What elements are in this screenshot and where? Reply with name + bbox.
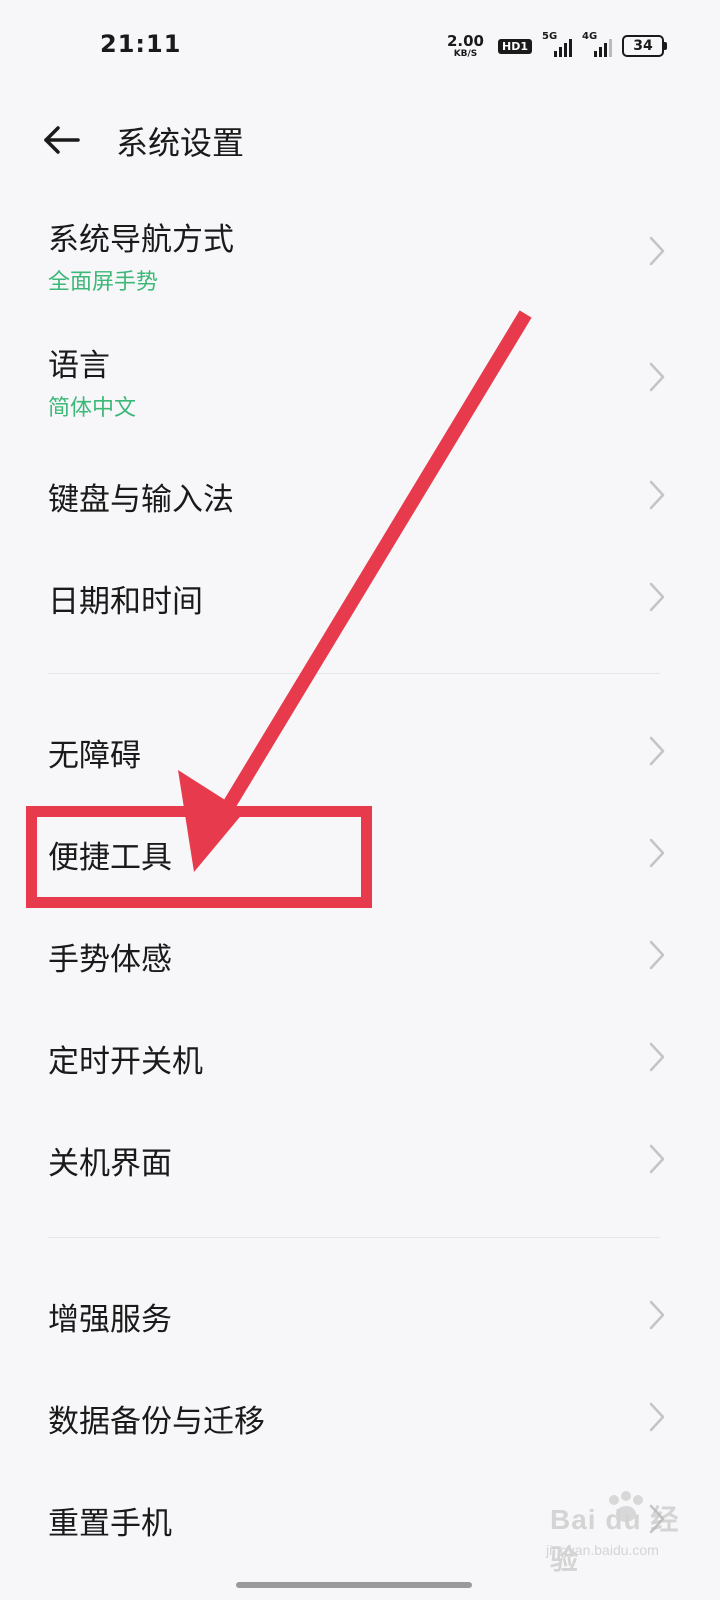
signal-5g-label: 5G [542,31,558,42]
item-label: 手势体感 [48,942,172,978]
settings-item-accessibility[interactable]: 无障碍 [0,708,720,798]
chevron-right-icon [649,362,665,392]
item-label: 语言 [48,348,110,384]
item-label: 增强服务 [48,1302,172,1338]
back-button[interactable] [40,120,84,160]
settings-item-enhanced-services[interactable]: 增强服务 [0,1272,720,1362]
battery-level: 34 [633,38,653,54]
item-subtitle: 简体中文 [48,396,137,421]
network-speed-value: 2.00 [446,31,484,50]
page-title: 系统设置 [116,124,245,162]
hd-voice-icon: HD1 [498,38,532,54]
chevron-right-icon [649,236,665,266]
settings-item-gestures[interactable]: 手势体感 [0,912,720,1002]
settings-item-language[interactable]: 语言 简体中文 [0,322,720,432]
arrow-left-icon [44,126,80,154]
settings-item-backup-migration[interactable]: 数据备份与迁移 [0,1374,720,1464]
item-label: 数据备份与迁移 [48,1404,265,1440]
signal-5g-icon: 5G [542,31,572,57]
item-label: 键盘与输入法 [48,482,234,518]
home-indicator[interactable] [236,1582,472,1588]
chevron-right-icon [649,940,665,970]
chevron-right-icon [649,1402,665,1432]
watermark-url: jingyan.baidu.com [546,1542,659,1558]
settings-item-scheduled-power[interactable]: 定时开关机 [0,1014,720,1104]
annotation-highlight-box [26,806,372,908]
item-label: 日期和时间 [48,584,203,620]
settings-item-keyboard[interactable]: 键盘与输入法 [0,452,720,542]
network-speed: 2.00 KB/S [446,31,484,59]
chevron-right-icon [649,1144,665,1174]
section-divider [48,673,660,674]
chevron-right-icon [649,582,665,612]
network-speed-unit: KB/S [453,48,478,59]
chevron-right-icon [649,480,665,510]
chevron-right-icon [649,1300,665,1330]
item-label: 系统导航方式 [48,222,234,258]
settings-item-shutdown-screen[interactable]: 关机界面 [0,1116,720,1206]
chevron-right-icon [649,838,665,868]
item-label: 重置手机 [48,1506,172,1542]
item-label: 关机界面 [48,1146,172,1182]
settings-item-navigation[interactable]: 系统导航方式 全面屏手势 [0,196,720,306]
app-header: 系统设置 [0,108,720,172]
section-divider [48,1237,660,1238]
settings-item-date-time[interactable]: 日期和时间 [0,554,720,644]
baidu-watermark: Bai du 经验 jingyan.baidu.com [544,1490,694,1575]
status-icons: 2.00 KB/S HD1 5G 4G 34 [446,30,667,62]
signal-4g-label: 4G [582,31,598,42]
item-label: 定时开关机 [48,1044,203,1080]
item-label: 无障碍 [48,738,141,774]
item-subtitle: 全面屏手势 [48,270,159,295]
signal-4g-icon: 4G [582,31,612,57]
watermark-brand: Bai du 经验 [550,1504,680,1575]
status-time: 21:11 [100,30,182,58]
battery-icon: 34 [622,35,667,57]
chevron-right-icon [649,736,665,766]
chevron-right-icon [649,1042,665,1072]
status-bar: 21:11 2.00 KB/S HD1 5G 4G 34 [0,0,720,90]
